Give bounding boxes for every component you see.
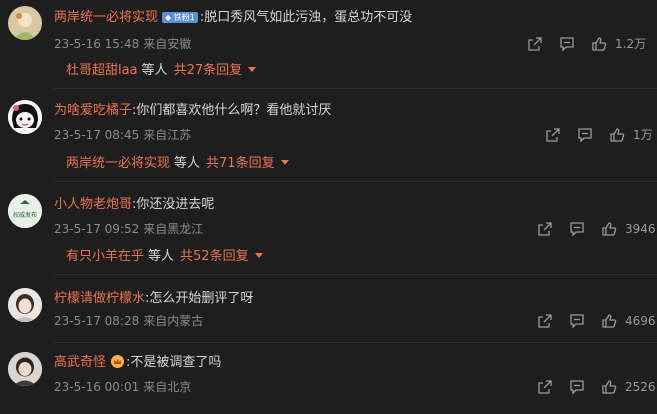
like-count: 1万 (633, 128, 653, 142)
dropdown-caret-icon[interactable] (280, 160, 289, 165)
comment-time: 23-5-17 09:52 (54, 222, 140, 236)
comment-icon[interactable] (559, 36, 575, 52)
dropdown-caret-icon[interactable] (248, 67, 257, 72)
share-icon[interactable] (527, 36, 543, 52)
reply-summary[interactable]: 有只小羊在乎 等人 共52条回复 (54, 249, 657, 275)
comment-icon[interactable] (569, 313, 585, 329)
comment-time: 23-5-16 00:01 (54, 380, 140, 394)
reply-username[interactable]: 杜哥超甜laa (66, 63, 138, 78)
avatar[interactable] (8, 352, 42, 386)
comment-text: :脱口秀风气如此污浊，蛋总功不可没 (199, 10, 413, 25)
comment-text: :你们都喜欢他什么啊？看他就讨厌 (132, 103, 332, 118)
reply-username[interactable]: 有只小羊在乎 (66, 249, 144, 264)
like-count: 1.2万 (615, 37, 647, 51)
reply-count[interactable]: 共52条回复 (180, 249, 249, 264)
comment-time: 23-5-17 08:45 (54, 128, 140, 142)
share-icon[interactable] (545, 127, 561, 143)
comment-username[interactable]: 两岸统一必将实现 (54, 10, 158, 25)
like-icon[interactable] (601, 313, 617, 329)
comment-username[interactable]: 柠檬请做柠檬水 (54, 291, 145, 306)
comment-username[interactable]: 小人物老炮哥 (54, 197, 132, 212)
divider (54, 342, 657, 343)
comment-time: 23-5-16 15:48 (54, 37, 140, 51)
comment-actions: 1万 (545, 127, 657, 145)
comment-actions: 2526 (537, 379, 657, 397)
like-count: 4696 (625, 314, 656, 328)
comment-icon[interactable] (569, 379, 585, 395)
comment-location: 来自黑龙江 (143, 222, 204, 236)
comment-icon[interactable] (577, 127, 593, 143)
comment-location: 来自内蒙古 (143, 314, 204, 328)
comment-actions: 3946 (537, 221, 657, 239)
share-icon[interactable] (537, 379, 553, 395)
reply-username[interactable]: 两岸统一必将实现 (66, 156, 170, 171)
avatar[interactable]: 权威发布 (8, 194, 42, 228)
comment-icon[interactable] (569, 221, 585, 237)
reply-count[interactable]: 共71条回复 (206, 156, 275, 171)
share-icon[interactable] (537, 221, 553, 237)
like-icon[interactable] (609, 127, 625, 143)
comment-text: :怎么开始删评了呀 (145, 291, 254, 306)
like-count: 2526 (625, 380, 656, 394)
reply-summary[interactable]: 杜哥超甜laa 等人 共27条回复 (54, 63, 657, 89)
comment-location: 来自北京 (143, 380, 192, 394)
comment-location: 来自安徽 (143, 37, 192, 51)
like-icon[interactable] (591, 36, 607, 52)
like-icon[interactable] (601, 379, 617, 395)
avatar[interactable] (8, 100, 42, 134)
reply-count[interactable]: 共27条回复 (174, 63, 243, 78)
comment-actions: 1.2万 (527, 36, 657, 54)
comment-text: :不是被调查了吗 (126, 355, 222, 370)
vip-crown-icon (111, 355, 125, 368)
comment-actions: 4696 (537, 313, 657, 331)
avatar-text: 权威发布 (13, 211, 37, 219)
comment-location: 来自江苏 (143, 128, 192, 142)
avatar[interactable] (8, 288, 42, 322)
fan-badge: ◆ 铁粉1 (162, 12, 198, 23)
reply-etc: 等人 (148, 249, 175, 264)
comment-time: 23-5-17 08:28 (54, 314, 140, 328)
avatar[interactable] (8, 6, 42, 40)
reply-etc: 等人 (141, 63, 168, 78)
comment-username[interactable]: 为啥爱吃橘子 (54, 103, 132, 118)
like-icon[interactable] (601, 221, 617, 237)
comment-text: :你还没进去呢 (132, 197, 215, 212)
like-count: 3946 (625, 222, 656, 236)
reply-summary[interactable]: 两岸统一必将实现 等人 共71条回复 (54, 156, 657, 182)
dropdown-caret-icon[interactable] (254, 253, 263, 258)
comment-username[interactable]: 高武奇怪 (54, 355, 106, 370)
share-icon[interactable] (537, 313, 553, 329)
diamond-icon: ◆ (165, 13, 172, 22)
reply-etc: 等人 (174, 156, 201, 171)
